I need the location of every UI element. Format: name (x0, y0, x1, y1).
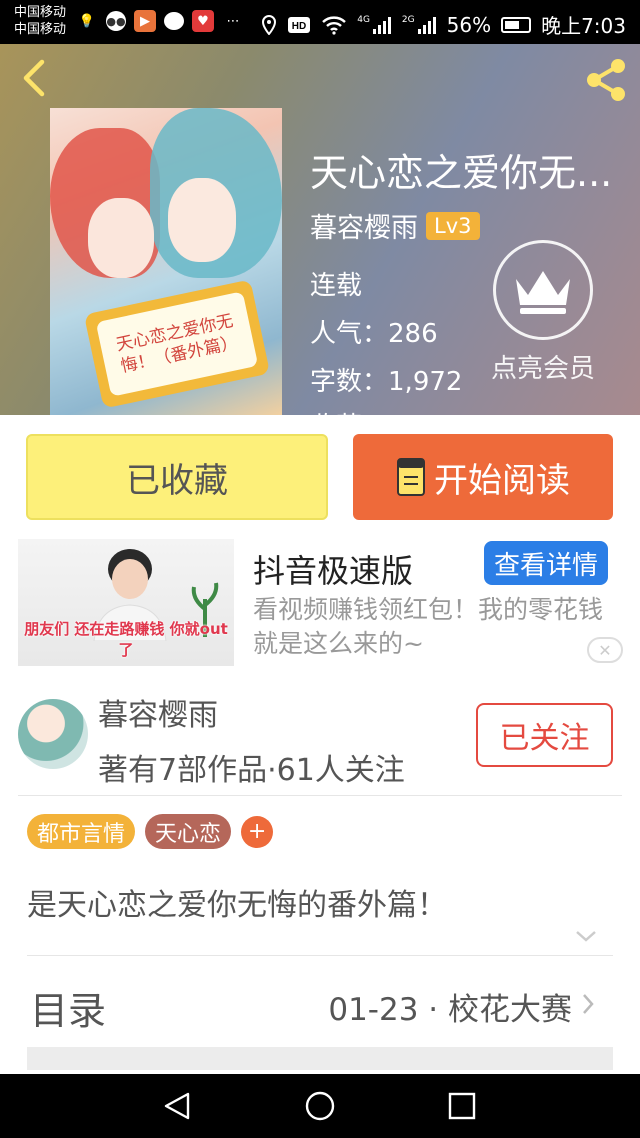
book-intro: 是天心恋之爱你无悔的番外篇！ (27, 888, 447, 923)
tag-tianxinlian[interactable]: 天心恋 (145, 814, 232, 849)
book-title: 天心恋之爱你无... (310, 151, 613, 195)
location-icon (262, 14, 277, 35)
followed-button[interactable]: 已关注 (476, 703, 613, 767)
battery-icon (501, 16, 532, 33)
author-card-name[interactable]: 暮容樱雨 (98, 690, 218, 734)
popularity-label: 人气： (310, 319, 389, 349)
ad-details-button[interactable]: 查看详情 (484, 541, 608, 585)
author-level-badge: Lv3 (426, 211, 480, 240)
tag-list: 都市言情 天心恋 + (27, 814, 274, 849)
start-reading-button[interactable]: 开始阅读 (353, 434, 613, 520)
start-reading-label: 开始阅读 (434, 460, 570, 501)
ad-description: 看视频赚钱领红包！我的零花钱就是这么来的~ (253, 595, 604, 658)
book-header: 天心恋之爱你无悔！（番外篇） 天心恋之爱你无... 暮容樱雨 Lv3 连载 人气… (0, 44, 640, 415)
cover-tag: 天心恋之爱你无悔！（番外篇） (83, 279, 271, 409)
book-author-name[interactable]: 暮容樱雨 (310, 206, 418, 245)
cover-art-face-left (88, 198, 154, 278)
nav-back-icon[interactable] (162, 1090, 194, 1122)
wechat-icon: ●● (106, 11, 126, 31)
nav-recents-icon[interactable] (446, 1090, 478, 1122)
chat-icon (164, 12, 184, 30)
system-status: HD 4G 2G 56% 晚上7:03 (261, 10, 626, 39)
book-author-row: 暮容樱雨 Lv3 (310, 206, 480, 245)
signal-icon (417, 16, 436, 34)
ad-thumbnail[interactable]: 朋友们 还在走路赚钱 你就out了 (18, 539, 234, 666)
signal-icon (372, 16, 391, 34)
toc-label[interactable]: 目录 (30, 980, 106, 1035)
divider (27, 955, 613, 956)
back-arrow-icon[interactable] (18, 58, 50, 98)
chevron-down-icon[interactable] (574, 928, 598, 944)
book-cover[interactable]: 天心恋之爱你无悔！（番外篇） (50, 108, 282, 415)
network-type-1: 4G (357, 14, 370, 25)
bulb-icon: 💡 (78, 13, 96, 29)
hd-icon: HD (288, 16, 311, 33)
section-separator (27, 1047, 613, 1070)
more-dots-icon: ⋯ (226, 13, 240, 29)
favorited-button[interactable]: 已收藏 (26, 434, 328, 520)
network-type-2: 2G (401, 14, 415, 25)
heart-app-icon: ♥ (192, 10, 214, 32)
book-word-count: 字数：1,972 (310, 361, 462, 398)
book-icon (397, 458, 425, 496)
notification-icons: 💡 ●● ▶ ♥ ⋯ (76, 10, 244, 32)
carrier-info: 中国移动 中国移动 (14, 4, 66, 38)
words-value: 1,972 (388, 367, 463, 397)
vip-button[interactable]: 点亮会员 (488, 240, 598, 385)
tag-romance[interactable]: 都市言情 (27, 814, 136, 849)
wifi-icon (322, 15, 347, 35)
nav-home-icon[interactable] (304, 1090, 336, 1122)
book-status: 连载 (310, 271, 363, 301)
ad-title[interactable]: 抖音极速版 (253, 546, 413, 592)
share-icon[interactable] (582, 56, 630, 104)
status-bar: 中国移动 中国移动 💡 ●● ▶ ♥ ⋯ HD 4G 2G 56% 晚上7:03 (0, 0, 640, 44)
popularity-value: 286 (388, 319, 438, 349)
divider (18, 795, 622, 796)
author-card-stats: 著有7部作品·61人关注 (98, 753, 405, 788)
add-tag-button[interactable]: + (241, 815, 274, 848)
signal-2: 2G (402, 15, 437, 35)
battery-percent: 56% (446, 12, 492, 37)
crown-icon (493, 240, 593, 340)
system-nav-bar (0, 1074, 640, 1138)
vip-label: 点亮会员 (490, 354, 595, 384)
carrier-1: 中国移动 (14, 5, 67, 20)
book-favorites: 收藏：5 (310, 406, 405, 415)
video-app-icon: ▶ (134, 10, 156, 32)
signal-1: 4G (357, 15, 392, 35)
cover-art-face-right (168, 178, 236, 262)
cover-title-text: 天心恋之爱你无悔！（番外篇） (95, 291, 259, 397)
svg-text:HD: HD (292, 21, 306, 32)
carrier-2: 中国移动 (14, 22, 67, 37)
toc-latest-chapter[interactable]: 01-23 · 校花大赛 (328, 984, 572, 1029)
words-label: 字数： (310, 367, 389, 397)
book-popularity: 人气：286 (310, 313, 438, 350)
chevron-right-icon[interactable] (580, 992, 596, 1016)
ad-close-icon[interactable]: ✕ (587, 637, 623, 663)
avatar[interactable] (18, 699, 88, 769)
clock: 晚上7:03 (541, 14, 626, 38)
ad-thumb-caption: 朋友们 还在走路赚钱 你就out了 (24, 620, 228, 659)
